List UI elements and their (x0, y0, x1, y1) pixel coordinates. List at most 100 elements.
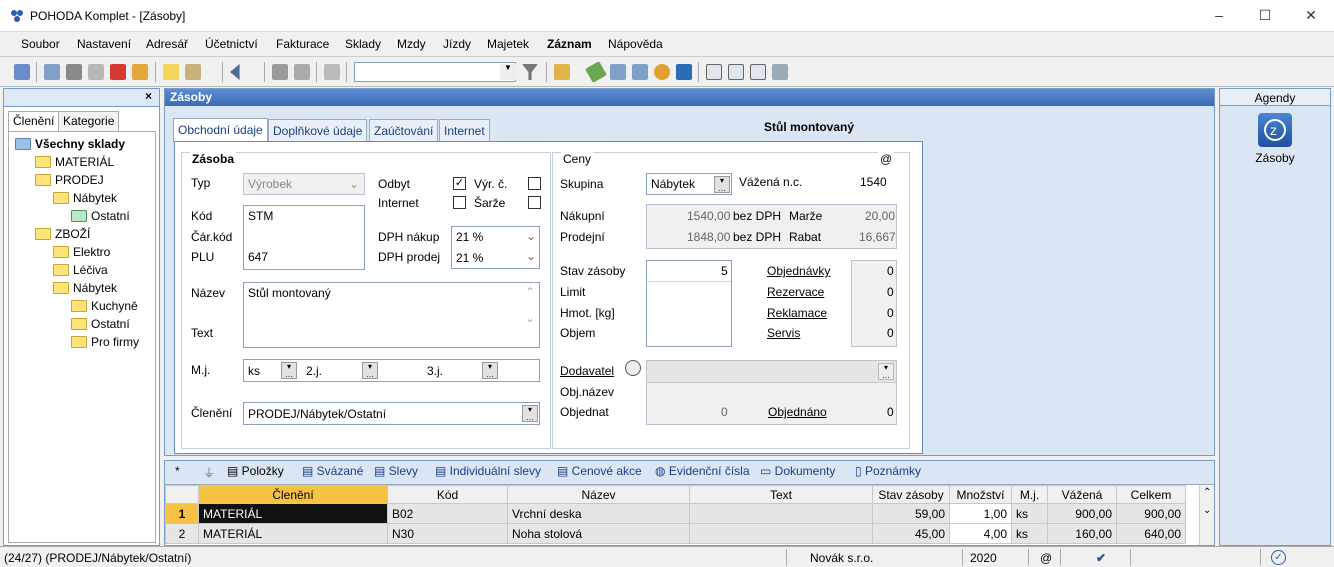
tree-node-selected[interactable]: Ostatní (71, 209, 130, 223)
maximize-button[interactable]: ☐ (1242, 0, 1288, 31)
menu-fakturace[interactable]: Fakturace (276, 37, 329, 51)
tab-evidencni-cisla[interactable]: ◍ Evidenční čísla (655, 464, 750, 484)
menu-adresar[interactable]: Adresář (146, 37, 188, 51)
export-icon[interactable] (132, 64, 148, 80)
clipboard-icon[interactable] (324, 64, 340, 80)
mj-fields[interactable]: ks ▾… 2.j. ▾… 3.j. ▾… (243, 359, 540, 382)
odbyt-checkbox[interactable]: ✓ (453, 177, 466, 190)
menu-zaznam[interactable]: Záznam (547, 37, 592, 51)
chevron-down-icon[interactable]: ⌄ (526, 249, 536, 263)
calc2-icon[interactable] (632, 64, 648, 80)
tree-node[interactable]: MATERIÁL (35, 155, 114, 169)
print-icon[interactable] (66, 64, 82, 80)
tab-slevy[interactable]: ▤ Slevy (374, 464, 418, 484)
ellipsis-icon[interactable]: ▾… (714, 176, 730, 193)
ellipsis-icon[interactable]: ▾… (878, 363, 894, 380)
scroll-down-icon[interactable]: ⌄ (1203, 505, 1211, 516)
quick-search-input[interactable] (354, 62, 516, 82)
agenda-icon[interactable] (14, 64, 30, 80)
tab-cenove-akce[interactable]: ▤ Cenové akce (557, 464, 642, 484)
at-status-icon[interactable]: @ (1040, 551, 1052, 565)
chevron-down-icon[interactable]: ▼ (500, 64, 516, 80)
supplier-fields[interactable]: ▾… 0 Objednáno 0 (646, 360, 897, 425)
tab-doplnkove-udaje[interactable]: Doplňkové údaje (268, 119, 368, 141)
kod-fields[interactable]: STM 647 (243, 205, 365, 270)
calculator-icon[interactable] (610, 64, 626, 80)
sync-status-icon[interactable]: ✓ (1271, 550, 1286, 565)
filter-icon[interactable] (522, 64, 538, 80)
minimize-button[interactable]: – (1196, 0, 1242, 31)
tree-node[interactable]: Elektro (53, 245, 110, 259)
edit-icon[interactable] (185, 64, 201, 80)
form-icon[interactable] (728, 64, 744, 80)
nazev-textarea[interactable]: Stůl montovaný ⌃ ⌄ (243, 282, 540, 348)
help-icon[interactable] (772, 64, 788, 80)
coins-icon[interactable] (654, 64, 670, 80)
folder-action-icon[interactable] (554, 64, 570, 80)
cleneni-select[interactable]: PRODEJ/Nábytek/Ostatní ▾… (243, 402, 540, 425)
tree-node[interactable]: Ostatní (71, 317, 130, 331)
sarze-checkbox[interactable] (528, 196, 541, 209)
close-icon[interactable]: × (145, 89, 152, 103)
at-icon[interactable]: @ (878, 152, 895, 166)
rezervace-link[interactable]: Rezervace (767, 285, 824, 299)
dodavatel-select[interactable] (647, 361, 896, 383)
price-fields[interactable]: 1540,00 bez DPH Marže 20,00 1848,00 bez … (646, 204, 897, 249)
new-row-icon[interactable]: * (175, 464, 180, 484)
chevron-down-icon[interactable]: ⌄ (526, 229, 536, 243)
preview-icon[interactable] (88, 64, 104, 80)
scroll-up-icon[interactable]: ⌃ (525, 285, 535, 299)
copy-icon[interactable] (44, 64, 60, 80)
list-icon[interactable] (706, 64, 722, 80)
internet-checkbox[interactable] (453, 196, 466, 209)
tree-node[interactable]: ZBOŽÍ (35, 227, 90, 241)
save-as-icon[interactable] (294, 64, 310, 80)
menu-mzdy[interactable]: Mzdy (397, 37, 426, 51)
tree-node[interactable]: PRODEJ (35, 173, 104, 187)
ellipsis-icon[interactable]: ▾… (522, 405, 538, 422)
tab-polozky[interactable]: ▤ Položky (227, 464, 284, 484)
table-scrollbar[interactable]: ⌃ ⌄ (1199, 485, 1214, 545)
scroll-up-icon[interactable]: ⌃ (1203, 487, 1211, 498)
plu-value[interactable]: 647 (248, 250, 268, 264)
menu-napoveda[interactable]: Nápověda (608, 37, 663, 51)
save-icon[interactable] (272, 64, 288, 80)
tab-svazane[interactable]: ▤ Svázané (302, 464, 363, 484)
objednano-link[interactable]: Objednáno (768, 405, 827, 419)
menu-ucetnictvi[interactable]: Účetnictví (205, 37, 258, 51)
supplier-icon[interactable] (625, 360, 641, 376)
tree-node[interactable]: Kuchyně (71, 299, 138, 313)
dodavatel-link[interactable]: Dodavatel (560, 364, 614, 378)
table-row[interactable]: 1 MATERIÁL B02 Vrchní deska 59,00 1,00 k… (165, 503, 1186, 524)
tree-node[interactable]: Všechny sklady (15, 137, 125, 151)
pdf-icon[interactable] (110, 64, 126, 80)
money-icon[interactable] (585, 61, 607, 83)
kod-value[interactable]: STM (248, 209, 273, 223)
vyr-c-checkbox[interactable] (528, 177, 541, 190)
ellipsis-icon[interactable]: ▾… (281, 362, 297, 379)
window-icon[interactable] (750, 64, 766, 80)
tree-node[interactable]: Nábytek (53, 281, 117, 295)
tree-node[interactable]: Pro firmy (71, 335, 139, 349)
objednavky-link[interactable]: Objednávky (767, 264, 830, 278)
menu-sklady[interactable]: Sklady (345, 37, 381, 51)
tab-poznamky[interactable]: ▯ Poznámky (855, 464, 921, 484)
tab-internet[interactable]: Internet (439, 119, 490, 141)
new-record-icon[interactable] (163, 64, 179, 80)
tab-cleneni[interactable]: Členění (8, 111, 60, 131)
table-row[interactable]: 2 MATERIÁL N30 Noha stolová 45,00 4,00 k… (165, 523, 1186, 544)
tree-node[interactable]: Nábytek (53, 191, 117, 205)
tree-node[interactable]: Léčiva (53, 263, 108, 277)
tab-zauctovani[interactable]: Zaúčtování (369, 119, 439, 141)
menu-jizdy[interactable]: Jízdy (443, 37, 471, 51)
zasoby-agenda-icon[interactable]: z (1258, 113, 1292, 147)
tab-individualni-slevy[interactable]: ▤ Individuální slevy (435, 464, 541, 484)
tab-kategorie[interactable]: Kategorie (58, 111, 120, 131)
ellipsis-icon[interactable]: ▾… (362, 362, 378, 379)
close-button[interactable]: ✕ (1288, 0, 1334, 31)
skupina-select[interactable]: Nábytek ▾… (646, 173, 732, 195)
tab-obchodni-udaje[interactable]: Obchodní údaje (173, 118, 268, 142)
typ-select[interactable]: Výrobek ⌄ (243, 173, 365, 195)
stock-fields[interactable]: 5 (646, 260, 732, 347)
servis-link[interactable]: Servis (767, 326, 800, 340)
